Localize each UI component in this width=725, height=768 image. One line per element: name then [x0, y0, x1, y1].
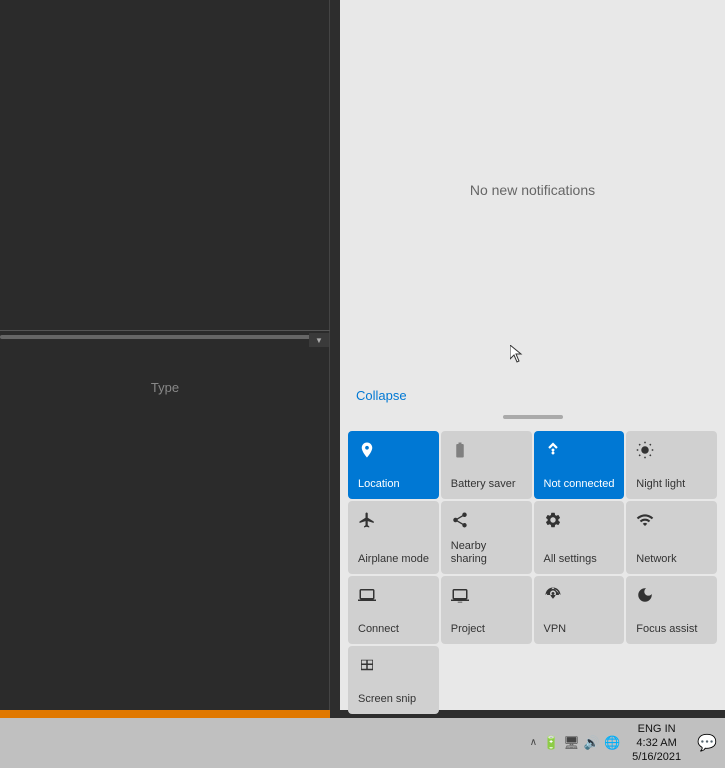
collapse-button[interactable]: Collapse	[340, 380, 423, 411]
connect-label: Connect	[358, 623, 431, 636]
quick-tile-all-settings[interactable]: All settings	[534, 501, 625, 574]
quick-tile-nearby-sharing[interactable]: Nearby sharing	[441, 501, 532, 574]
screen-snip-label: Screen snip	[358, 693, 431, 706]
quick-tile-project[interactable]: Project	[441, 576, 532, 644]
network-icon	[636, 511, 709, 534]
notifications-area: No new notifications	[340, 0, 725, 380]
project-label: Project	[451, 623, 524, 636]
night-light-label: Night light	[636, 478, 709, 491]
volume-tray-icon[interactable]: 🔊	[584, 735, 600, 751]
display-tray-icon[interactable]: 🖥	[563, 735, 580, 751]
airplane-mode-icon	[358, 511, 431, 534]
tray-icons: 🔋 🖥 🔊 🌐	[543, 735, 620, 751]
notification-panel: No new notifications Collapse Location Ba…	[340, 0, 725, 710]
airplane-mode-label: Airplane mode	[358, 553, 431, 566]
location-label: Location	[358, 478, 431, 491]
quick-tile-network[interactable]: Network	[626, 501, 717, 574]
project-icon	[451, 586, 524, 609]
taskbar: ∧ 🔋 🖥 🔊 🌐 ENG IN 4:32 AM 5/16/2021 💬	[0, 718, 725, 768]
nearby-sharing-icon	[451, 511, 524, 534]
language-region: ENG IN	[632, 722, 681, 736]
battery-saver-icon	[451, 441, 524, 464]
scroll-arrow[interactable]: ▼	[309, 333, 329, 347]
connect-icon	[358, 586, 431, 609]
focus-assist-icon	[636, 586, 709, 609]
network-tray-icon[interactable]: 🌐	[604, 735, 620, 751]
notification-center-button[interactable]: 💬	[693, 731, 721, 755]
scrollbar[interactable]	[0, 333, 318, 341]
left-panel: ▼ Type	[0, 0, 330, 710]
all-settings-icon	[544, 511, 617, 534]
quick-tile-battery-saver[interactable]: Battery saver	[441, 431, 532, 499]
quick-tile-airplane-mode[interactable]: Airplane mode	[348, 501, 439, 574]
all-settings-label: All settings	[544, 553, 617, 566]
system-tray: ∧ 🔋 🖥 🔊 🌐 ENG IN 4:32 AM 5/16/2021 💬	[530, 722, 721, 765]
quick-tile-vpn[interactable]: VPN	[534, 576, 625, 644]
battery-saver-label: Battery saver	[451, 478, 524, 491]
orange-accent-bar	[0, 710, 330, 718]
not-connected-label: Not connected	[544, 478, 617, 491]
panel-divider	[0, 330, 330, 331]
not-connected-icon	[544, 441, 617, 464]
vpn-label: VPN	[544, 623, 617, 636]
nearby-sharing-label: Nearby sharing	[451, 540, 524, 566]
screen-snip-icon	[358, 656, 431, 679]
quick-tile-location[interactable]: Location	[348, 431, 439, 499]
network-label: Network	[636, 553, 709, 566]
tray-overflow-chevron[interactable]: ∧	[530, 737, 537, 748]
system-clock[interactable]: ENG IN 4:32 AM 5/16/2021	[626, 722, 687, 765]
quick-actions-grid: Location Battery saver Not connected Night …	[340, 427, 725, 722]
quick-tile-not-connected[interactable]: Not connected	[534, 431, 625, 499]
quick-tile-focus-assist[interactable]: Focus assist	[626, 576, 717, 644]
quick-tile-connect[interactable]: Connect	[348, 576, 439, 644]
focus-assist-label: Focus assist	[636, 623, 709, 636]
location-icon	[358, 441, 431, 464]
scroll-thumb	[0, 335, 318, 339]
battery-tray-icon[interactable]: 🔋	[543, 735, 559, 751]
vpn-icon	[544, 586, 617, 609]
clock-date: 5/16/2021	[632, 750, 681, 764]
night-light-icon	[636, 441, 709, 464]
quick-tile-night-light[interactable]: Night light	[626, 431, 717, 499]
no-notifications-text: No new notifications	[470, 182, 595, 198]
type-label: Type	[0, 380, 330, 395]
quick-tile-screen-snip[interactable]: Screen snip	[348, 646, 439, 714]
region-code: IN	[665, 723, 676, 735]
clock-time: 4:32 AM	[632, 736, 681, 750]
language-label: ENG	[638, 723, 662, 735]
quick-actions-divider	[503, 415, 563, 419]
